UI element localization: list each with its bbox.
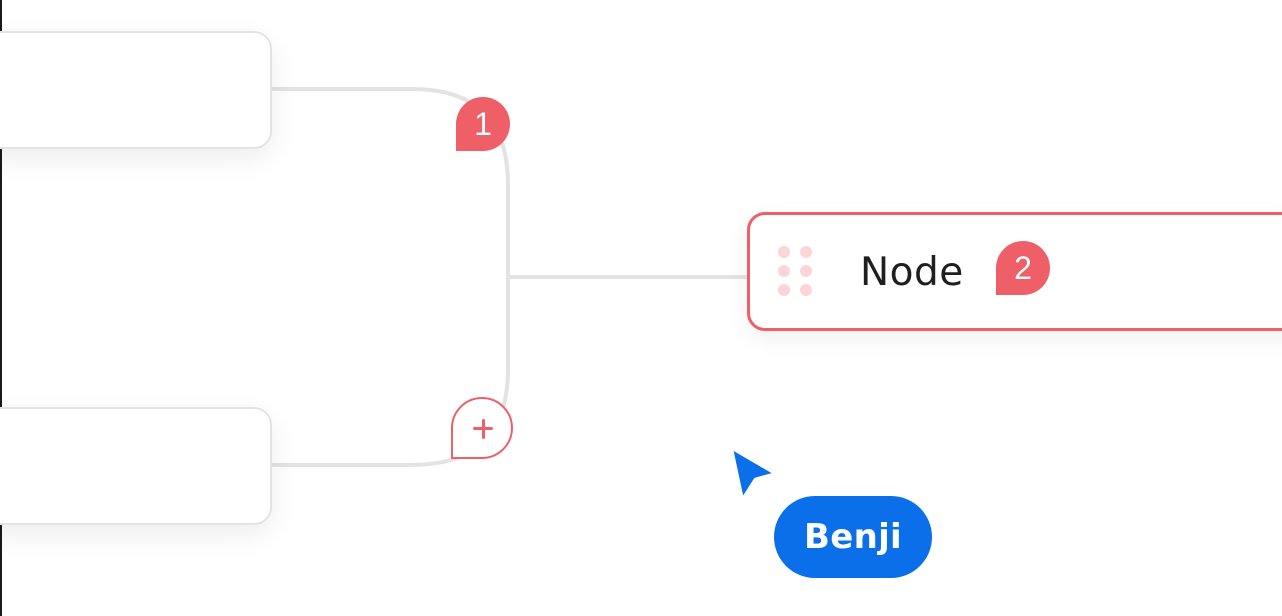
drag-dot — [778, 284, 790, 296]
mindmap-canvas[interactable]: Node 1 2 Benji — [0, 0, 1282, 616]
pointer-arrow-icon — [727, 443, 781, 505]
drag-handle-icon[interactable] — [778, 246, 814, 300]
node-top[interactable] — [0, 31, 272, 149]
comment-badge-2[interactable]: 2 — [996, 241, 1050, 295]
plus-icon-stroke — [481, 418, 485, 439]
collaborator-name-tag: Benji — [774, 496, 932, 578]
drag-dot — [800, 265, 812, 277]
node-label[interactable]: Node — [860, 249, 964, 297]
drag-dot — [800, 284, 812, 296]
drag-dot — [778, 265, 790, 277]
node-bottom[interactable] — [0, 407, 272, 525]
drag-dot — [800, 246, 812, 258]
drag-dot — [778, 246, 790, 258]
comment-badge-1[interactable]: 1 — [456, 97, 510, 151]
add-node-button[interactable] — [451, 397, 513, 459]
